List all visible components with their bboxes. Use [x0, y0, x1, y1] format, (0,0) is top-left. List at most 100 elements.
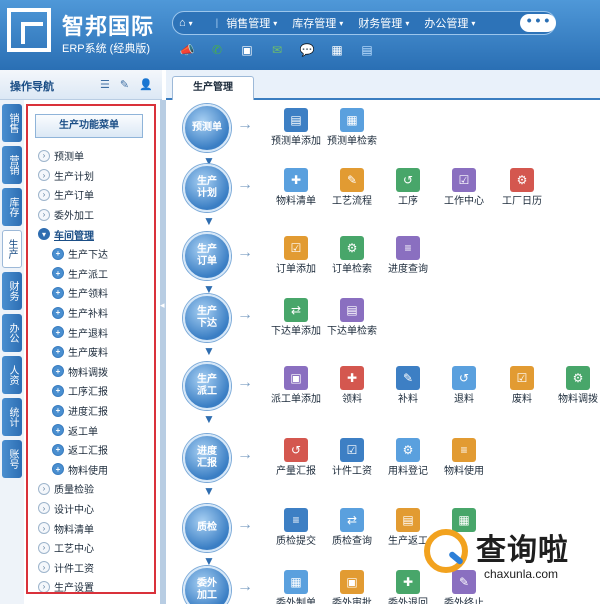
operation-item[interactable]: ↺ 产量汇报 — [270, 438, 322, 478]
menu-item[interactable]: + 生产下达 — [38, 244, 108, 264]
operation-item[interactable]: ☑ 订单添加 — [270, 236, 322, 276]
menu-item[interactable]: + 返工单 — [38, 420, 108, 440]
menu-item[interactable]: + 进度汇报 — [38, 401, 108, 421]
home-icon[interactable]: ⌂ ▾ — [179, 17, 193, 29]
wechat-icon[interactable]: 💬 — [300, 43, 315, 57]
operation-icon: ☑ — [510, 366, 534, 390]
stage-node[interactable]: 质检 — [183, 504, 231, 552]
menu-item[interactable]: › 工艺中心 — [38, 538, 108, 558]
collapsed-icon: › — [38, 169, 50, 182]
side-tab-finance[interactable]: 财务 — [2, 272, 22, 310]
operation-item[interactable]: ▣ 委外审批 — [326, 570, 378, 604]
stage-node[interactable]: 进度 汇报 — [183, 434, 231, 482]
menu-item[interactable]: › 委外加工 — [38, 205, 108, 225]
operation-item[interactable]: ⇄ 下达单添加 — [270, 298, 322, 338]
operation-item[interactable]: ⚙ 物料调拨 — [552, 366, 600, 406]
operation-item[interactable]: ▦ 委外制单 — [270, 570, 322, 604]
operation-item[interactable]: ⚙ 用料登记 — [382, 438, 434, 478]
menu-item[interactable]: + 返工汇报 — [38, 440, 108, 460]
mail-icon[interactable]: ✉ — [270, 43, 284, 57]
operation-item[interactable]: ▤ 预测单添加 — [270, 108, 322, 148]
operation-item[interactable]: ≡ 进度查询 — [382, 236, 434, 276]
operation-label: 计件工资 — [332, 466, 372, 477]
operation-item[interactable]: ≡ 物料使用 — [438, 438, 490, 478]
operation-item[interactable]: ✎ 工艺流程 — [326, 168, 378, 208]
stage-node[interactable]: 生产 订单 — [183, 232, 231, 280]
operation-item[interactable]: ☑ 废料 — [496, 366, 548, 406]
stage-node[interactable]: 生产 派工 — [183, 362, 231, 410]
stage-node[interactable]: 预测单 — [183, 104, 231, 152]
side-tab-account[interactable]: 账号 — [2, 440, 22, 478]
menu-item[interactable]: › 物料清单 — [38, 518, 108, 538]
menu-item[interactable]: ▾ 车间管理 — [38, 224, 108, 244]
operation-icon: ≡ — [396, 236, 420, 260]
operation-icon: ⚙ — [340, 236, 364, 260]
nav-inventory[interactable]: 库存管理 ▾ — [292, 15, 343, 31]
side-tab-stats[interactable]: 统计 — [2, 398, 22, 436]
menu-item[interactable]: + 生产退料 — [38, 322, 108, 342]
operation-item[interactable]: ↺ 工序 — [382, 168, 434, 208]
side-tab-marketing[interactable]: 营销 — [2, 146, 22, 184]
menu-item[interactable]: › 生产设置 — [38, 577, 108, 592]
watermark: 查询啦 chaxunla.com — [424, 523, 600, 601]
menu-item[interactable]: › 生产计划 — [38, 166, 108, 186]
menu-item[interactable]: + 工序汇报 — [38, 381, 108, 401]
operation-item[interactable]: ⚙ 工厂日历 — [496, 168, 548, 208]
nav-finance[interactable]: 财务管理 ▾ — [358, 15, 409, 31]
operation-item[interactable]: ✚ 领料 — [326, 366, 378, 406]
side-tab-sales[interactable]: 销售 — [2, 104, 22, 142]
operation-item[interactable]: ≡ 质检提交 — [270, 508, 322, 548]
side-tab-inventory[interactable]: 库存 — [2, 188, 22, 226]
menu-item[interactable]: › 设计中心 — [38, 499, 108, 519]
side-tab-production[interactable]: 生产 — [2, 230, 22, 268]
list-icon[interactable]: ☰ — [100, 78, 110, 91]
window-icon[interactable]: ▣ — [240, 43, 254, 57]
side-tab-hr[interactable]: 人资 — [2, 356, 22, 394]
operation-item[interactable]: ☑ 计件工资 — [326, 438, 378, 478]
operation-item[interactable]: ▣ 派工单添加 — [270, 366, 322, 406]
menu-item[interactable]: + 物料使用 — [38, 460, 108, 480]
menu-item-label: 工序汇报 — [68, 387, 108, 399]
menu-item[interactable]: › 质量检验 — [38, 479, 108, 499]
more-button[interactable]: • • • — [520, 13, 556, 32]
operation-label: 预测单添加 — [271, 136, 321, 147]
operation-item[interactable]: ⇄ 质检查询 — [326, 508, 378, 548]
operation-item[interactable]: ▤ 下达单检索 — [326, 298, 378, 338]
operation-item[interactable]: ↺ 退料 — [438, 366, 490, 406]
tab-production-management[interactable]: 生产管理 — [172, 76, 254, 100]
quick-toolbar: 📣 ✆ ▣ ✉ 💬 ▦ ▤ — [180, 43, 374, 57]
phone-icon[interactable]: ✆ — [210, 43, 224, 57]
operation-item[interactable]: ✎ 补料 — [382, 366, 434, 406]
menu-item[interactable]: › 计件工资 — [38, 557, 108, 577]
menu-item[interactable]: + 生产废料 — [38, 342, 108, 362]
menu-item-label: 车间管理 — [54, 230, 94, 242]
plus-icon: + — [52, 345, 64, 358]
operation-label: 物料清单 — [276, 196, 316, 207]
operation-item[interactable]: ▦ 预测单检索 — [326, 108, 378, 148]
menu-item[interactable]: › 生产订单 — [38, 185, 108, 205]
menu-item[interactable]: › 预测单 — [38, 146, 108, 166]
user-icon[interactable]: 👤 — [139, 78, 153, 91]
menu-item[interactable]: + 生产领料 — [38, 283, 108, 303]
nav-office[interactable]: 办公管理 ▾ — [424, 15, 475, 31]
menu-item-label: 生产派工 — [68, 269, 108, 281]
operation-item[interactable]: ⚙ 订单检索 — [326, 236, 378, 276]
menu-item[interactable]: + 生产派工 — [38, 264, 108, 284]
stage-node[interactable]: 委外 加工 — [183, 566, 231, 604]
document-icon[interactable]: ▤ — [360, 43, 374, 57]
operation-icon: ▤ — [396, 508, 420, 532]
module-tabs: 销售 营销 库存 生产 财务 办公 人资 统计 账号 — [0, 100, 24, 604]
menu-item[interactable]: + 生产补料 — [38, 303, 108, 323]
collapsed-icon: › — [38, 561, 50, 574]
operation-icon: ☑ — [284, 236, 308, 260]
side-tab-office[interactable]: 办公 — [2, 314, 22, 352]
stage-node[interactable]: 生产 计划 — [183, 164, 231, 212]
stage-node[interactable]: 生产 下达 — [183, 294, 231, 342]
grid-icon[interactable]: ▦ — [330, 43, 344, 57]
operation-item[interactable]: ✚ 物料清单 — [270, 168, 322, 208]
pin-icon[interactable]: ✎ — [120, 78, 129, 91]
nav-sales[interactable]: 销售管理 ▾ — [226, 15, 277, 31]
menu-item[interactable]: + 物料调拨 — [38, 362, 108, 382]
megaphone-icon[interactable]: 📣 — [180, 43, 195, 57]
operation-item[interactable]: ☑ 工作中心 — [438, 168, 490, 208]
